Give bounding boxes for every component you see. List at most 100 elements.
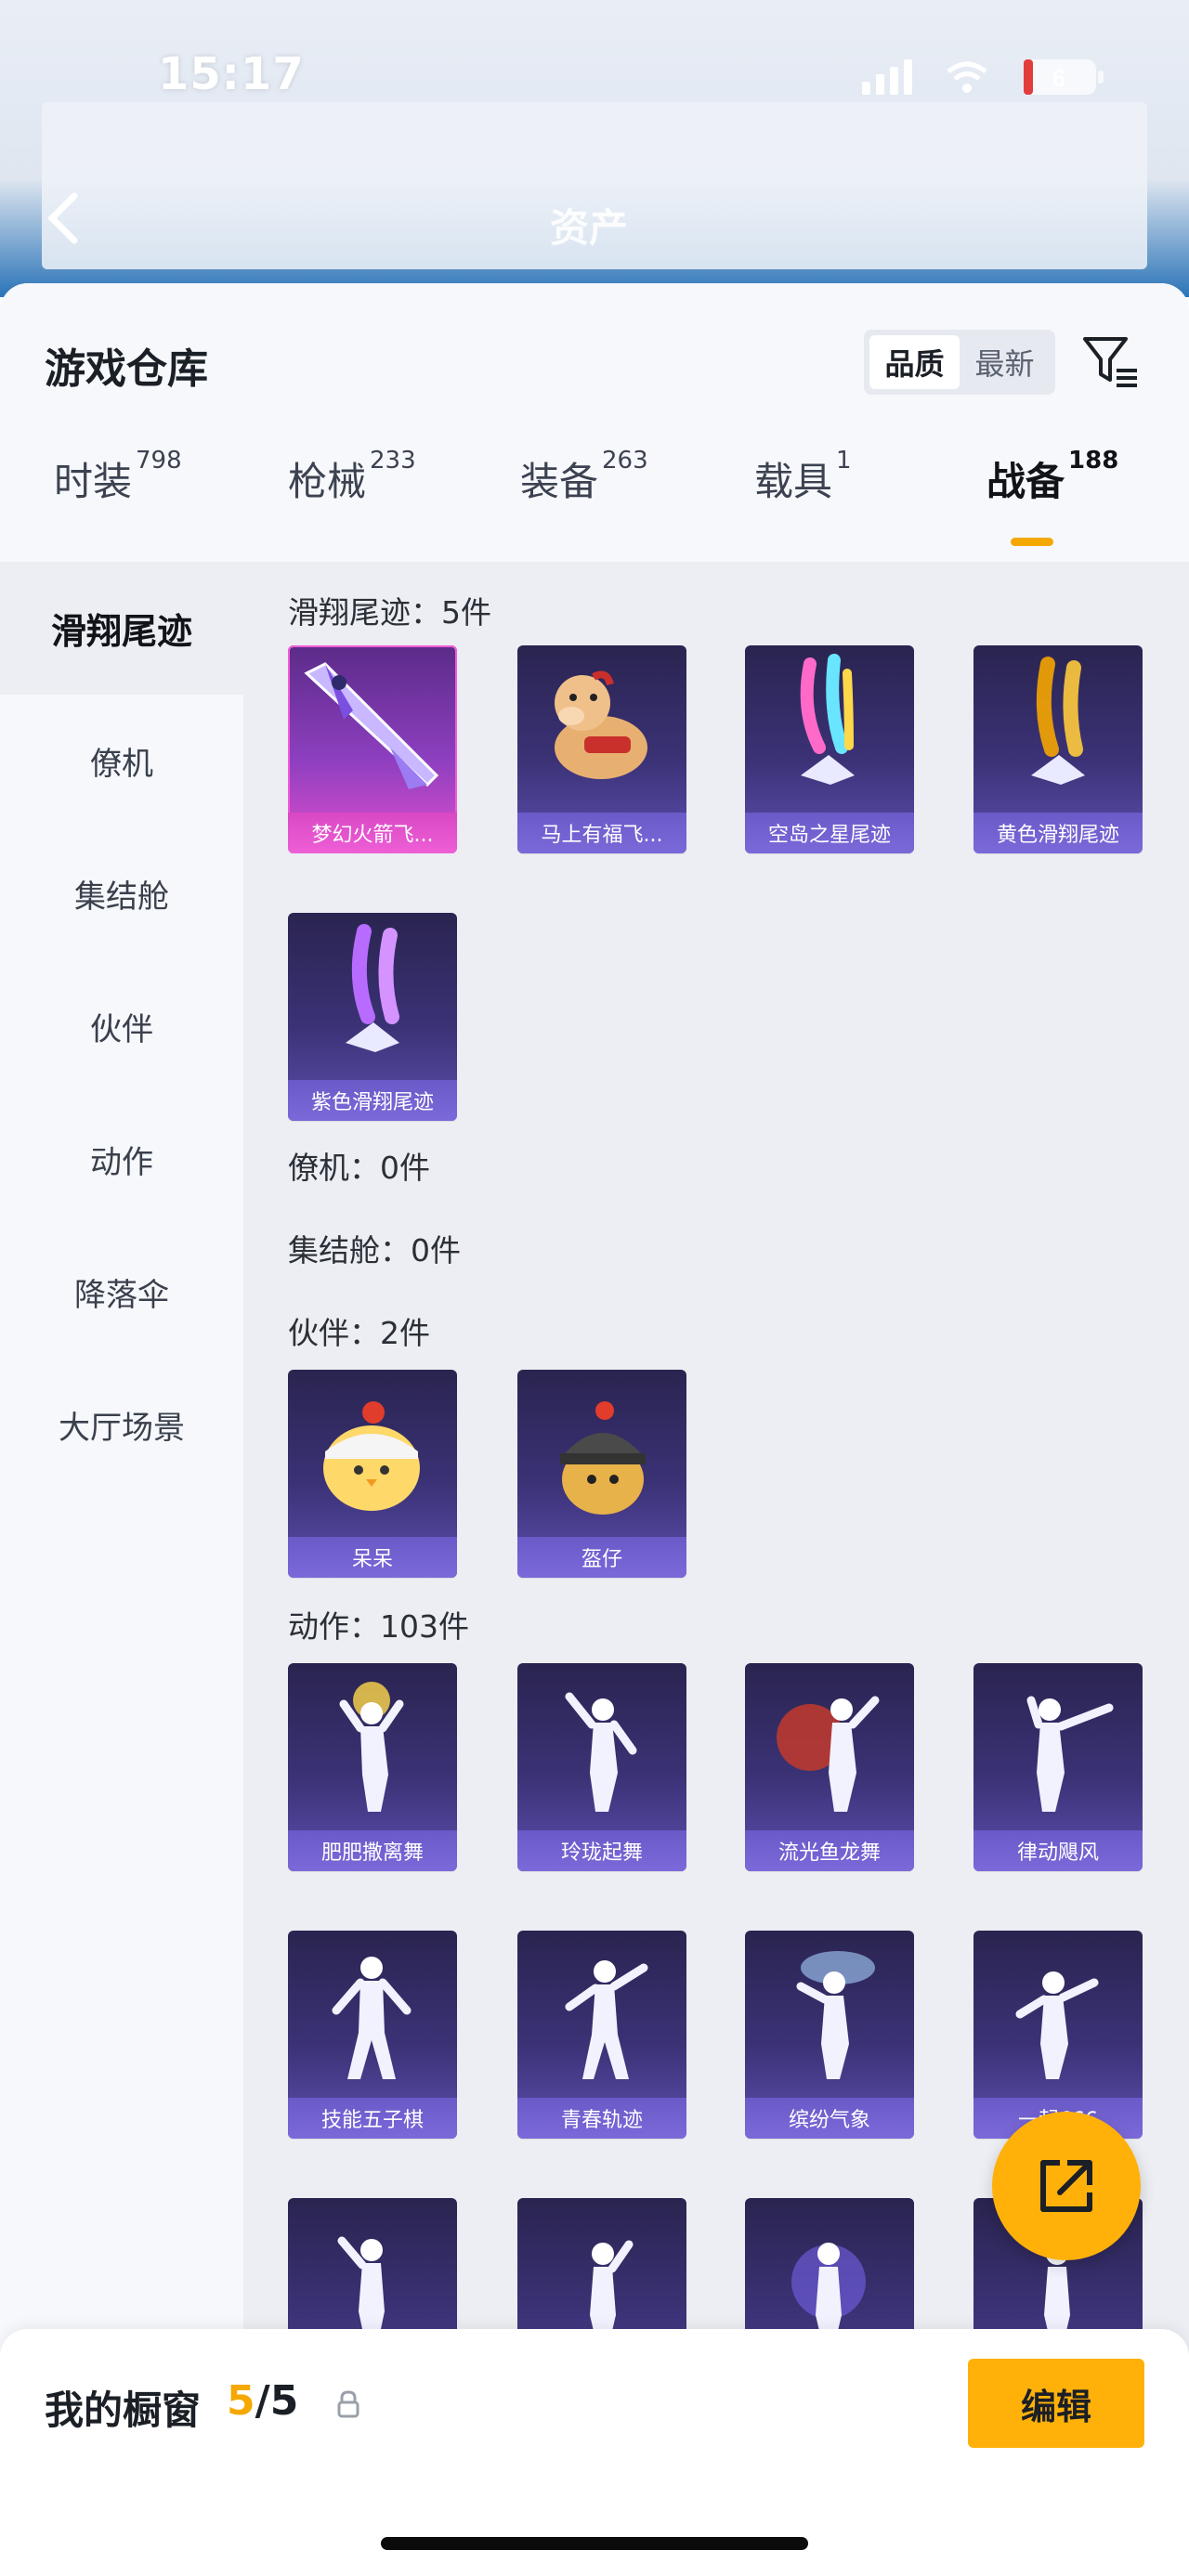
purple-trail-art (346, 924, 399, 1052)
showcase-count-separator: / (255, 2377, 270, 2425)
section-title-partner: 伙伴：2件 (288, 1315, 430, 1351)
showcase-label: 我的橱窗 (45, 2387, 202, 2433)
item-name: 玲珑起舞 (517, 1830, 686, 1871)
sidebar-item-trail[interactable]: 滑翔尾迹 (0, 562, 243, 695)
section-title-trail: 滑翔尾迹：5件 (288, 594, 491, 631)
item-card[interactable]: 技能五子棋 (288, 1931, 457, 2139)
item-card[interactable]: 青春轨迹 (517, 1931, 686, 2139)
item-card[interactable]: 流光鱼龙舞 (745, 1663, 914, 1871)
chick-daidai-art (323, 1401, 420, 1511)
filter-icon[interactable] (1079, 332, 1141, 397)
sky-star-trail-art (800, 654, 855, 785)
item-name: 肥肥撒离舞 (288, 1830, 457, 1871)
external-link-icon (1040, 2160, 1092, 2212)
item-name: 律动飓风 (973, 1830, 1143, 1871)
sidebar-item-parachute[interactable]: 降落伞 (0, 1226, 243, 1359)
lock-icon (336, 2390, 360, 2422)
pony-glider-art (555, 670, 647, 779)
tab-count: 1 (836, 447, 852, 475)
back-arrow-icon[interactable] (45, 190, 82, 250)
emote-dancer-art (1015, 1971, 1099, 2079)
item-name: 呆呆 (288, 1537, 457, 1578)
item-card[interactable]: 空岛之星尾迹 (745, 645, 914, 853)
sheet-header: 游戏仓库 品质 最新 时装 798 枪械 233 装备 263 载具 1 战备 … (0, 283, 1189, 562)
emote-dancer-art (796, 1951, 875, 2079)
tab-combat-gear[interactable]: 战备 188 (986, 447, 1119, 507)
item-card[interactable]: 肥肥撒离舞 (288, 1663, 457, 1871)
item-name: 空岛之星尾迹 (745, 813, 914, 853)
tab-guns[interactable]: 枪械 233 (288, 447, 416, 507)
item-name: 盔仔 (517, 1537, 686, 1578)
sort-quality-button[interactable]: 品质 (869, 335, 960, 389)
tab-equipment[interactable]: 装备 263 (520, 447, 648, 507)
item-card[interactable]: 呆呆 (288, 1370, 457, 1578)
item-card[interactable]: 黄色滑翔尾迹 (973, 645, 1143, 853)
share-button[interactable] (992, 2112, 1141, 2260)
sidebar-item-emote[interactable]: 动作 (0, 1093, 243, 1226)
item-name: 流光鱼龙舞 (745, 1830, 914, 1871)
item-card[interactable]: 玲珑起舞 (517, 1663, 686, 1871)
sidebar-item-lobby-scene[interactable]: 大厅场景 (0, 1359, 243, 1491)
sheet-title: 游戏仓库 (45, 345, 208, 393)
item-card[interactable]: 缤纷气象 (745, 1931, 914, 2139)
emote-dancer-art (1026, 1696, 1114, 1812)
status-time: 15:17 (158, 48, 305, 100)
section-title-wingman: 僚机：0件 (288, 1150, 430, 1186)
item-name: 马上有福飞... (517, 813, 686, 853)
sidebar-item-pod[interactable]: 集结舱 (0, 827, 243, 960)
showcase-count: 5/5 (227, 2377, 298, 2425)
tab-count: 263 (602, 447, 648, 475)
tab-count: 188 (1068, 447, 1119, 475)
tab-fashion[interactable]: 时装 798 (54, 447, 182, 507)
tab-label: 时装 (54, 459, 133, 504)
emote-dancer-art (565, 1692, 637, 1812)
edit-button[interactable]: 编辑 (968, 2359, 1144, 2448)
background-header: 15:17 6 资产 (0, 0, 1189, 297)
item-name: 梦幻火箭飞... (288, 813, 457, 853)
tab-label: 战备 (986, 459, 1065, 504)
category-tabs: 时装 798 枪械 233 装备 263 载具 1 战备 188 (0, 447, 1189, 543)
tab-label: 载具 (754, 459, 833, 504)
battery-icon: 6 (1022, 58, 1105, 97)
wifi-icon (946, 60, 988, 94)
showcase-count-max: 5 (269, 2377, 299, 2425)
item-card[interactable]: 一起666 (973, 1931, 1143, 2139)
emote-dancer-art (332, 1957, 412, 2079)
content-area: 滑翔尾迹：5件 梦幻火箭飞... 马上有福飞... 空岛之星尾迹 黄色滑翔尾迹 … (243, 562, 1189, 2576)
sort-toggle: 品质 最新 (864, 330, 1055, 395)
active-tab-indicator (1011, 538, 1053, 546)
item-name: 紫色滑翔尾迹 (288, 1080, 457, 1121)
section-title-emote: 动作：103件 (288, 1608, 469, 1645)
item-card[interactable]: 马上有福飞... (517, 645, 686, 853)
status-icons: 6 (862, 58, 1105, 97)
tab-vehicles[interactable]: 载具 1 (754, 447, 852, 507)
yellow-trail-art (1031, 657, 1085, 785)
tab-count: 798 (136, 447, 182, 475)
item-name: 技能五子棋 (288, 2098, 457, 2139)
background-page-title: 资产 (550, 205, 629, 251)
tab-count: 233 (370, 447, 416, 475)
item-card[interactable]: 律动飓风 (973, 1663, 1143, 1871)
emote-dancer-art (565, 1960, 648, 2079)
item-name: 黄色滑翔尾迹 (973, 813, 1143, 853)
showcase-bar: 我的橱窗 5/5 编辑 (0, 2329, 1189, 2576)
item-name: 青春轨迹 (517, 2098, 686, 2139)
item-card[interactable]: 盔仔 (517, 1370, 686, 1578)
helmet-chick-art (560, 1401, 646, 1515)
section-title-pod: 集结舱：0件 (288, 1232, 461, 1268)
item-name: 缤纷气象 (745, 2098, 914, 2139)
item-card[interactable]: 紫色滑翔尾迹 (288, 913, 457, 1121)
sidebar-item-wingman[interactable]: 僚机 (0, 695, 243, 827)
showcase-count-current: 5 (227, 2377, 255, 2425)
emote-dancer-art (777, 1696, 880, 1812)
tab-label: 装备 (520, 459, 599, 504)
battery-level: 6 (1052, 64, 1065, 92)
sidebar-item-partner[interactable]: 伙伴 (0, 960, 243, 1093)
home-indicator (381, 2537, 808, 2550)
sort-latest-button[interactable]: 最新 (960, 335, 1050, 389)
tab-label: 枪械 (288, 459, 367, 504)
item-card[interactable]: 梦幻火箭飞... (288, 645, 457, 853)
sidebar: 滑翔尾迹 僚机 集结舱 伙伴 动作 降落伞 大厅场景 (0, 562, 243, 2576)
cellular-signal-icon (862, 59, 912, 95)
rocket-glider-art (304, 662, 439, 789)
